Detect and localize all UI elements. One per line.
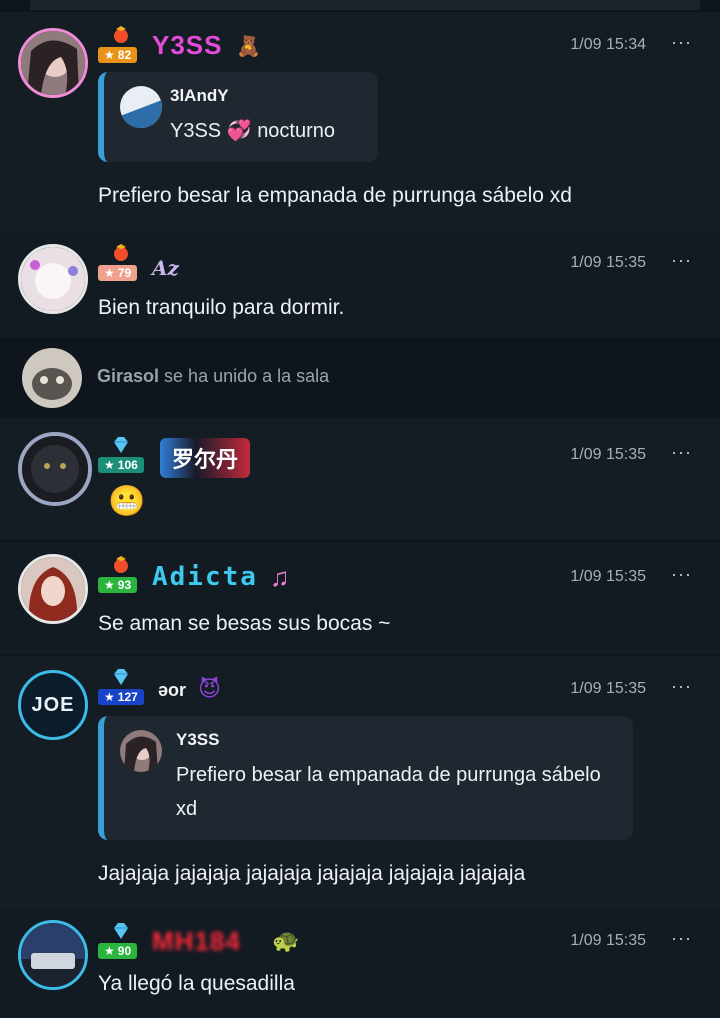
level-badge: ★ 127	[98, 689, 144, 705]
avatar-label: JOE	[31, 693, 75, 716]
username[interactable]: Adicta	[152, 562, 258, 592]
timestamp: 1/09 15:35	[570, 680, 646, 697]
avatar[interactable]	[18, 28, 88, 98]
quoted-message[interactable]: Y3SS Prefiero besar la empanada de purru…	[98, 716, 633, 840]
avatar[interactable]	[18, 244, 88, 314]
timestamp: 1/09 15:35	[570, 254, 646, 271]
medal-icon	[114, 244, 128, 261]
more-options-button[interactable]: ···	[671, 32, 692, 53]
username[interactable]: MH184	[152, 926, 241, 957]
user-badges: ★ 106	[98, 436, 144, 474]
medal-icon	[114, 26, 128, 43]
message-text: Se aman se besas sus bocas ~	[98, 612, 391, 635]
more-options-button[interactable]: ···	[671, 442, 692, 463]
more-options-button[interactable]: ···	[671, 928, 692, 949]
chat-message: ★ 106 罗尔丹 1/09 15:35 ··· 😬	[0, 418, 720, 540]
sticker-emoji: 😬	[108, 485, 146, 518]
level-badge: ★ 82	[98, 47, 138, 63]
chat-message: JOE ★ 127 əor 😈 1/09 15:35 ··· Y3SS Pref…	[0, 656, 720, 908]
diamond-icon	[114, 669, 128, 685]
username[interactable]: əor	[158, 680, 186, 701]
user-badges: ★ 79	[98, 244, 144, 282]
user-badges: ★ 127	[98, 668, 144, 706]
avatar[interactable]	[18, 554, 88, 624]
top-divider	[30, 0, 700, 10]
message-text: Jajajaja jajajaja jajajaja jajajaja jaja…	[98, 862, 526, 885]
more-options-button[interactable]: ···	[671, 250, 692, 271]
level-badge: ★ 93	[98, 577, 138, 593]
avatar[interactable]: JOE	[18, 670, 88, 740]
join-text: Girasol se ha unido a la sala	[97, 366, 330, 386]
medal-icon	[114, 556, 128, 573]
chat-message: ★ 93 Adicta ♫ 1/09 15:35 ··· Se aman se …	[0, 542, 720, 654]
quoted-avatar	[120, 730, 162, 772]
diamond-icon	[114, 923, 128, 939]
message-text: Ya llegó la quesadilla	[98, 972, 295, 995]
avatar[interactable]	[18, 432, 92, 506]
user-badges: ★ 82	[98, 26, 144, 64]
sticker-icon: 🐢	[272, 928, 300, 953]
sticker-icon: 🧸	[236, 36, 261, 58]
diamond-icon	[114, 437, 128, 453]
quoted-message[interactable]: 3lAndY Y3SS 💞 nocturno	[98, 72, 378, 162]
user-badges: ★ 93	[98, 556, 144, 594]
more-options-button[interactable]: ···	[671, 676, 692, 697]
heart-icon: 💞	[226, 120, 252, 142]
music-note-icon: ♫	[270, 562, 290, 592]
avatar[interactable]	[18, 920, 88, 990]
level-badge: ★ 79	[98, 265, 138, 281]
level-badge: ★ 90	[98, 943, 138, 959]
timestamp: 1/09 15:34	[570, 36, 646, 53]
more-options-button[interactable]: ···	[671, 564, 692, 585]
timestamp: 1/09 15:35	[570, 932, 646, 949]
system-join-notice: Girasol se ha unido a la sala	[0, 342, 720, 412]
level-badge: ★ 106	[98, 457, 144, 473]
message-text: Bien tranquilo para dormir.	[98, 296, 345, 319]
timestamp: 1/09 15:35	[570, 446, 646, 463]
username[interactable]: Y3SS	[152, 30, 223, 61]
join-username[interactable]: Girasol	[97, 366, 159, 386]
quoted-avatar	[120, 86, 162, 128]
username[interactable]: Az	[152, 256, 179, 280]
user-badges: ★ 90	[98, 922, 144, 960]
message-text: Prefiero besar la empanada de purrunga s…	[98, 184, 572, 207]
devil-icon: 😈	[198, 676, 221, 701]
chat-message: ★ 90 MH184 🐢 1/09 15:35 ··· Ya llegó la …	[0, 908, 720, 1018]
avatar[interactable]	[22, 348, 82, 408]
quoted-text: Prefiero besar la empanada de purrunga s…	[176, 764, 601, 820]
chat-message: ★ 79 Az 1/09 15:35 ··· Bien tranquilo pa…	[0, 232, 720, 338]
timestamp: 1/09 15:35	[570, 568, 646, 585]
quoted-username: 3lAndY	[170, 86, 229, 105]
quoted-text: Y3SS 💞 nocturno	[170, 120, 336, 142]
quoted-username: Y3SS	[176, 730, 220, 749]
chat-message: ★ 82 Y3SS 🧸 1/09 15:34 ··· 3lAndY Y3SS 💞…	[0, 12, 720, 232]
username[interactable]: 罗尔丹	[160, 438, 251, 478]
